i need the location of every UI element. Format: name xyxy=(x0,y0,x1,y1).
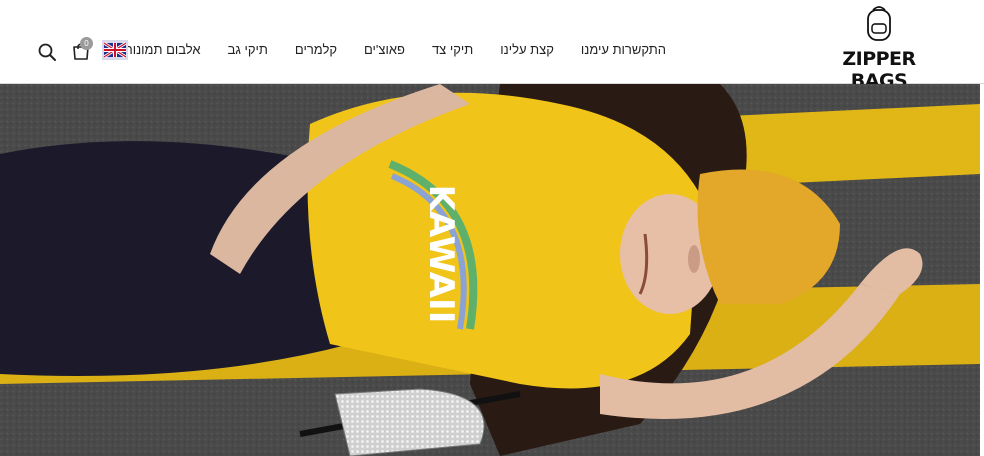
search-icon[interactable] xyxy=(37,42,57,62)
shirt-print-text: KAWAII xyxy=(421,185,461,324)
uk-flag-icon[interactable] xyxy=(102,40,128,60)
nav-item-side-bags[interactable]: תיקי צד xyxy=(432,42,473,57)
hero-banner: KAWAII xyxy=(0,84,980,456)
hero-image: KAWAII xyxy=(0,84,980,456)
nav-item-about[interactable]: קצת עלינו xyxy=(500,42,554,57)
nav-item-album[interactable]: אלבום תמונות xyxy=(124,42,201,57)
nav-item-pencil-cases[interactable]: קלמרים xyxy=(295,42,337,57)
cart-count-badge: 0 xyxy=(80,37,93,50)
nav-item-pouches[interactable]: פאוצ'ים xyxy=(364,42,405,57)
site-header: ZIPPER BAGS אלבום תמונות תיקי גב קלמרים … xyxy=(0,0,984,92)
nav-item-backpacks[interactable]: תיקי גב xyxy=(228,42,268,57)
site-logo[interactable]: ZIPPER BAGS xyxy=(818,4,940,92)
backpack-icon xyxy=(867,6,891,41)
nav-item-contact[interactable]: התקשרות עימנו xyxy=(581,42,666,57)
main-nav: אלבום תמונות תיקי גב קלמרים פאוצ'ים תיקי… xyxy=(124,42,666,57)
